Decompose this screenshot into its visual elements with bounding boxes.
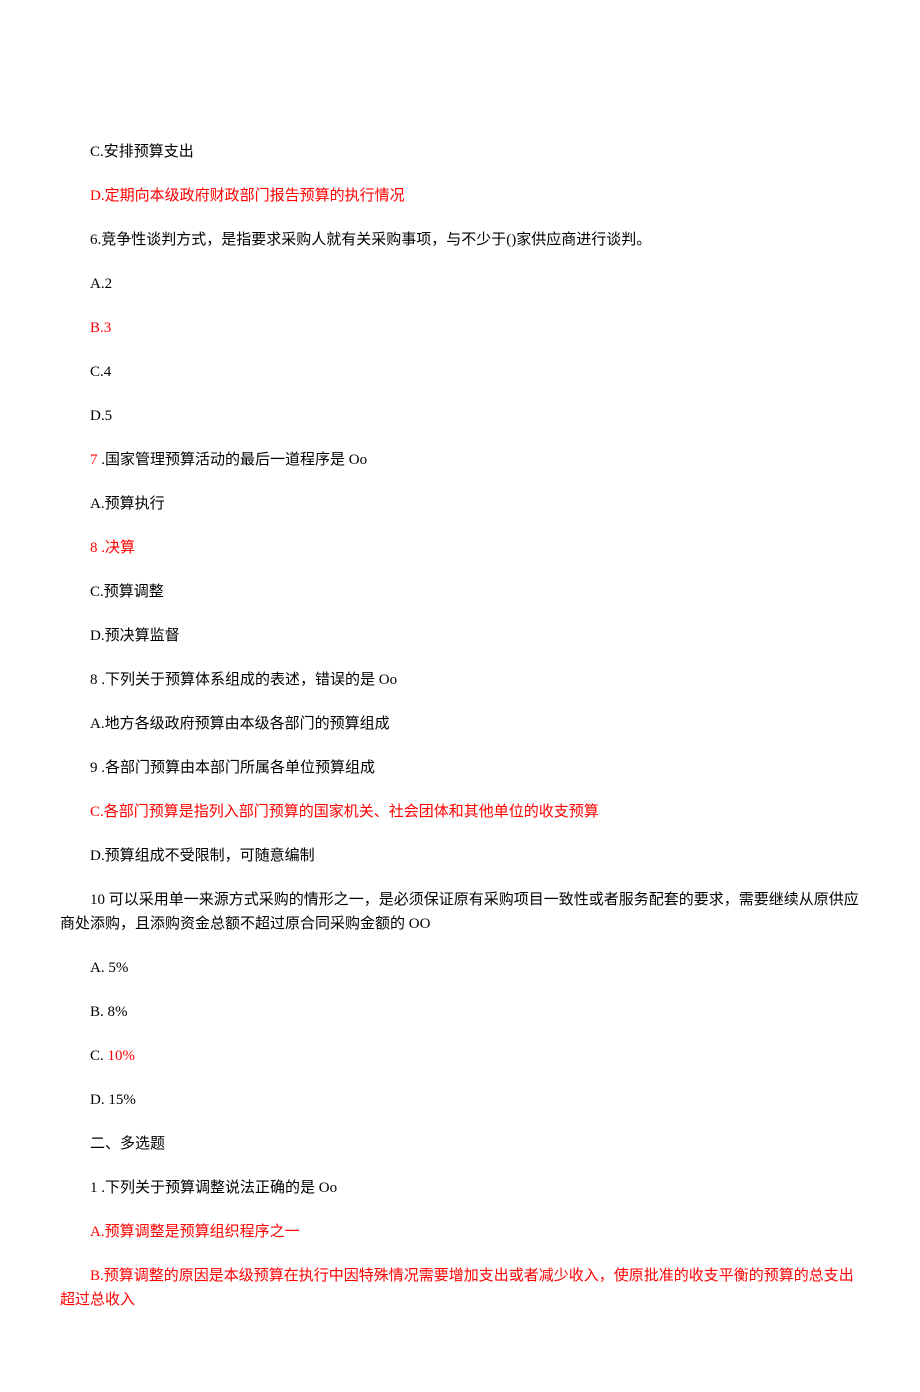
text: A. 5% [90, 960, 128, 976]
text: B. 8% [90, 1004, 128, 1020]
text: D.5 [90, 408, 112, 424]
text: 10 可以采用单一来源方式采购的情形之一，是必须保证原有采购项目一致性或者服务配… [60, 892, 859, 932]
option-a-6: A.2 [60, 272, 860, 296]
section-header-multi: 二、多选题 [60, 1132, 860, 1156]
text: 8 .下列关于预算体系组成的表述，错误的是 Oo [90, 672, 397, 688]
option-c-7: C.预算调整 [60, 580, 860, 604]
option-value: 10% [108, 1048, 136, 1064]
text: A.地方各级政府预算由本级各部门的预算组成 [90, 716, 390, 732]
question-text: .国家管理预算活动的最后一道程序是 Oo [98, 452, 368, 468]
multi-option-a-1-answer: A.预算调整是预算组织程序之一 [60, 1220, 860, 1244]
text: D.预算组成不受限制，可随意编制 [90, 848, 315, 864]
text: D.定期向本级政府财政部门报告预算的执行情况 [90, 188, 405, 204]
text: C.安排预算支出 [90, 144, 194, 160]
question-7: 7 .国家管理预算活动的最后一道程序是 Oo [60, 448, 860, 472]
option-c-5: C.安排预算支出 [60, 140, 860, 164]
number: 8 [90, 540, 98, 556]
multi-question-1: 1 .下列关于预算调整说法正确的是 Oo [60, 1176, 860, 1200]
option-b-10: B. 8% [60, 1000, 860, 1024]
option-d-5-answer: D.定期向本级政府财政部门报告预算的执行情况 [60, 184, 860, 208]
text: C.4 [90, 364, 111, 380]
option-b-8: 9 .各部门预算由本部门所属各单位预算组成 [60, 756, 860, 780]
text: 9 .各部门预算由本部门所属各单位预算组成 [90, 760, 375, 776]
option-label: C. [90, 1048, 108, 1064]
question-8: 8 .下列关于预算体系组成的表述，错误的是 Oo [60, 668, 860, 692]
text: B.3 [90, 320, 111, 336]
question-6: 6.竞争性谈判方式，是指要求采购人就有关采购事项，与不少于()家供应商进行谈判。 [60, 228, 860, 252]
option-d-6: D.5 [60, 404, 860, 428]
option-d-8: D.预算组成不受限制，可随意编制 [60, 844, 860, 868]
text: C.预算调整 [90, 584, 164, 600]
option-b-6-answer: B.3 [60, 316, 860, 340]
option-c-8-answer: C.各部门预算是指列入部门预算的国家机关、社会团体和其他单位的收支预算 [60, 800, 860, 824]
option-d-10: D. 15% [60, 1088, 860, 1112]
option-a-10: A. 5% [60, 956, 860, 980]
text: A.2 [90, 276, 112, 292]
multi-option-b-1-answer: B.预算调整的原因是本级预算在执行中因特殊情况需要增加支出或者减少收入，使原批准… [60, 1264, 860, 1312]
question-number: 7 [90, 452, 98, 468]
text: A.预算执行 [90, 496, 165, 512]
text: D.预决算监督 [90, 628, 180, 644]
option-c-6: C.4 [60, 360, 860, 384]
text: D. 15% [90, 1092, 136, 1108]
text: A.预算调整是预算组织程序之一 [90, 1224, 300, 1240]
option-c-10-answer: C. 10% [60, 1044, 860, 1068]
text: 6.竞争性谈判方式，是指要求采购人就有关采购事项，与不少于()家供应商进行谈判。 [90, 232, 651, 248]
text: .决算 [98, 540, 136, 556]
option-d-7: D.预决算监督 [60, 624, 860, 648]
question-10: 10 可以采用单一来源方式采购的情形之一，是必须保证原有采购项目一致性或者服务配… [60, 888, 860, 936]
option-b-7-answer: 8 .决算 [60, 536, 860, 560]
option-a-8: A.地方各级政府预算由本级各部门的预算组成 [60, 712, 860, 736]
text: C.各部门预算是指列入部门预算的国家机关、社会团体和其他单位的收支预算 [90, 804, 599, 820]
text: 1 .下列关于预算调整说法正确的是 Oo [90, 1180, 337, 1196]
text: 二、多选题 [90, 1136, 165, 1152]
option-a-7: A.预算执行 [60, 492, 860, 516]
text: B.预算调整的原因是本级预算在执行中因特殊情况需要增加支出或者减少收入，使原批准… [60, 1268, 854, 1308]
